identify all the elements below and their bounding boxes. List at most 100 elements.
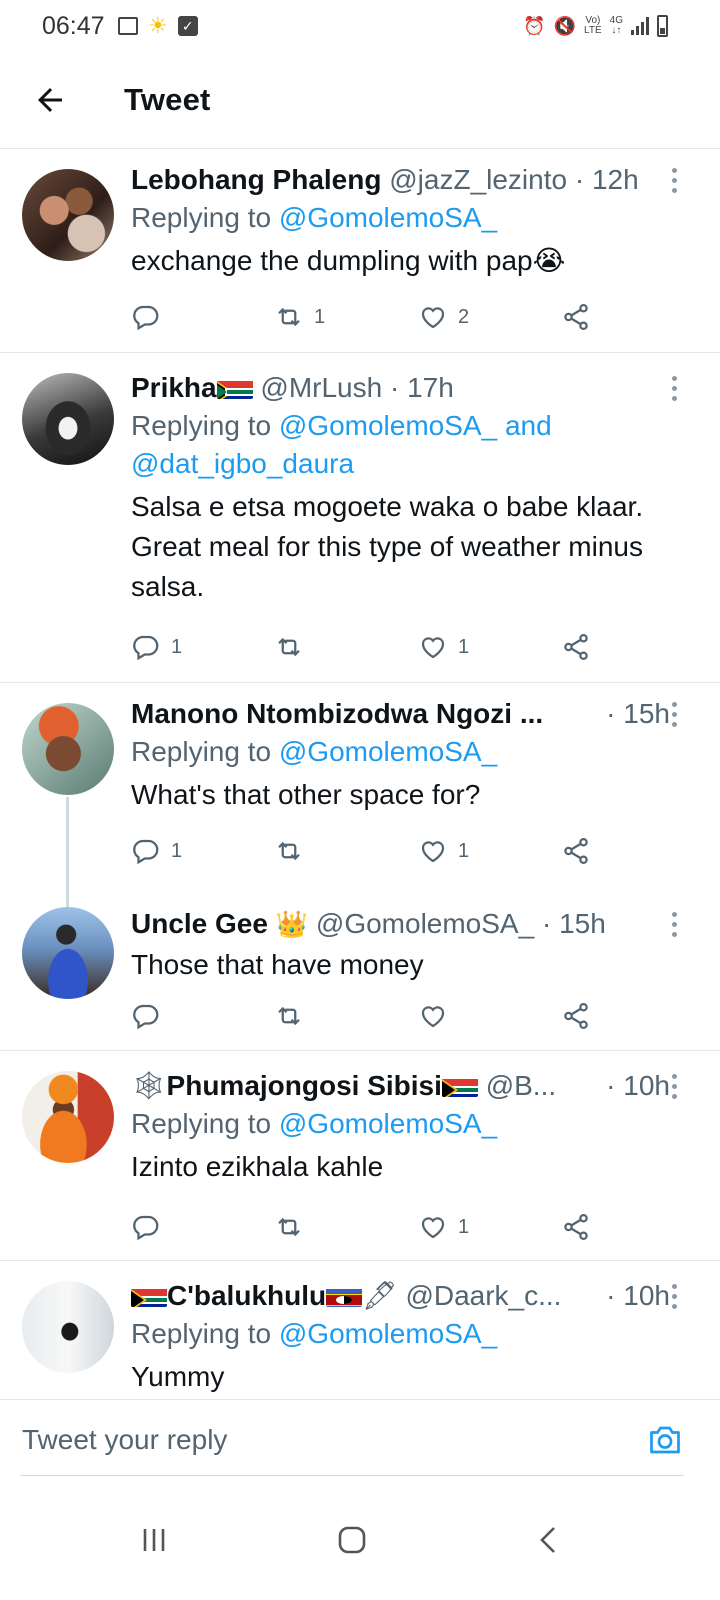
more-options-icon[interactable] xyxy=(662,1279,686,1313)
replying-to: Replying to @GomolemoSA_ and @dat_igbo_d… xyxy=(131,410,552,479)
avatar[interactable] xyxy=(22,169,114,261)
retweet-icon xyxy=(278,637,300,657)
home-icon xyxy=(338,1526,366,1554)
more-options-icon[interactable] xyxy=(662,1069,686,1103)
retweet-button[interactable] xyxy=(274,1207,304,1247)
retweet-button[interactable] xyxy=(274,627,314,667)
retweet-button[interactable]: 1 xyxy=(274,297,325,337)
weather-sun-icon: ☀ xyxy=(148,13,168,38)
like-button[interactable]: 1 xyxy=(418,831,469,871)
avatar[interactable] xyxy=(22,1071,114,1163)
mention-link[interactable]: @GomolemoSA_ xyxy=(279,1108,497,1139)
camera-icon xyxy=(650,1426,680,1454)
replies-list[interactable]: Lebohang Phaleng @jazZ_lezinto · 12h Rep… xyxy=(0,149,720,1399)
spiderweb-emoji: 🕸 xyxy=(131,1070,167,1101)
author-name[interactable]: Phumajongosi Sibisi xyxy=(167,1070,442,1101)
tweet-actions: 1 2 xyxy=(131,297,611,337)
mention-link[interactable]: @GomolemoSA_ xyxy=(279,1318,497,1349)
heart-icon xyxy=(421,841,445,863)
tweet-text: What's that other space for? xyxy=(131,779,481,810)
tweet-time: · 10h xyxy=(606,1280,670,1311)
reply-button[interactable]: 1 xyxy=(131,627,182,667)
author-name[interactable]: Uncle Gee xyxy=(131,908,268,939)
reply-icon xyxy=(133,635,159,661)
author-name[interactable]: C'balukhulu xyxy=(167,1280,326,1311)
tweet-time: · 15h xyxy=(541,908,606,939)
tweet-text: Those that have money xyxy=(131,949,424,980)
author-name[interactable]: Prikha xyxy=(131,372,217,403)
mention-link[interactable]: @GomolemoSA_ xyxy=(279,202,497,233)
volte-icon: Vo) LTE xyxy=(584,15,602,36)
tweet-text: Yummy xyxy=(131,1361,225,1392)
author-name[interactable]: Lebohang Phaleng xyxy=(131,164,381,195)
tweet-item[interactable]: Manono Ntombizodwa Ngozi ... · 15h Reply… xyxy=(0,683,720,873)
avatar[interactable] xyxy=(22,373,114,465)
share-icon xyxy=(564,838,588,864)
tweet-item[interactable]: Prikha @MrLush · 17h Replying to @Gomole… xyxy=(0,353,720,683)
avatar[interactable] xyxy=(22,907,114,999)
reply-composer xyxy=(0,1399,720,1478)
share-icon xyxy=(564,1003,588,1029)
more-options-icon[interactable] xyxy=(662,697,686,731)
pen-emoji: 🖋 xyxy=(362,1280,398,1311)
gallery-notification-icon xyxy=(118,17,138,35)
south-africa-flag-icon xyxy=(131,1285,167,1307)
heart-icon xyxy=(421,1006,445,1028)
share-button[interactable] xyxy=(561,627,591,667)
reply-button[interactable] xyxy=(131,996,161,1036)
share-button[interactable] xyxy=(561,297,591,337)
like-button[interactable] xyxy=(418,996,448,1036)
mention-link[interactable]: @GomolemoSA_ xyxy=(279,410,497,441)
mention-link[interactable]: @GomolemoSA_ xyxy=(279,736,497,767)
share-button[interactable] xyxy=(561,1207,591,1247)
back-button[interactable] xyxy=(28,78,72,122)
avatar[interactable] xyxy=(22,1281,114,1373)
more-options-icon[interactable] xyxy=(662,907,686,941)
camera-button[interactable] xyxy=(646,1422,684,1458)
south-africa-flag-icon xyxy=(441,1075,478,1097)
retweet-button[interactable] xyxy=(274,831,314,871)
like-button[interactable]: 1 xyxy=(418,627,469,667)
tweet-actions: 1 xyxy=(131,1207,611,1247)
avatar[interactable] xyxy=(22,703,114,795)
alarm-icon: ⏰ xyxy=(523,16,546,36)
system-back-button[interactable] xyxy=(520,1510,580,1570)
retweet-icon xyxy=(278,307,300,327)
tweet-time: · 12h xyxy=(574,164,639,195)
replying-to: Replying to @GomolemoSA_ xyxy=(131,736,498,767)
replying-to: Replying to @GomolemoSA_ xyxy=(131,202,498,233)
replying-to: Replying to @GomolemoSA_ xyxy=(131,1318,498,1349)
page-title: Tweet xyxy=(124,82,211,117)
like-button[interactable]: 1 xyxy=(418,1207,469,1247)
system-navigation-bar xyxy=(0,1478,720,1600)
tweet-actions xyxy=(131,996,611,1036)
recent-apps-button[interactable] xyxy=(124,1510,184,1570)
tweet-item[interactable]: Lebohang Phaleng @jazZ_lezinto · 12h Rep… xyxy=(0,149,720,353)
home-button[interactable] xyxy=(322,1510,382,1570)
tweet-text: Izinto ezikhala kahle xyxy=(131,1151,384,1182)
tweet-item[interactable]: Uncle Gee 👑 @GomolemoSA_ · 15h Those tha… xyxy=(0,873,720,1051)
task-notification-icon: ✓ xyxy=(177,16,198,36)
share-button[interactable] xyxy=(561,831,591,871)
reply-button[interactable] xyxy=(131,297,171,337)
tweet-item[interactable]: 🕸Phumajongosi Sibisi @B... · 10h Replyin… xyxy=(0,1051,720,1261)
like-button[interactable]: 2 xyxy=(418,297,469,337)
retweet-button[interactable] xyxy=(274,996,304,1036)
more-options-icon[interactable] xyxy=(662,371,686,405)
reply-icon xyxy=(133,1215,159,1241)
more-options-icon[interactable] xyxy=(662,163,686,197)
tweet-item[interactable]: C'balukhulu 🖋 @Daark_c... · 10h Replying … xyxy=(0,1261,720,1399)
author-name[interactable]: Manono Ntombizodwa Ngozi ... xyxy=(131,698,543,729)
share-button[interactable] xyxy=(561,996,591,1036)
share-icon xyxy=(564,304,588,330)
reply-input[interactable] xyxy=(20,1418,584,1462)
south-africa-flag-icon xyxy=(216,377,253,399)
chevron-left-icon xyxy=(540,1527,555,1553)
mention-link[interactable]: @dat_igbo_daura xyxy=(131,448,354,479)
reply-button[interactable]: 1 xyxy=(131,831,182,871)
reply-icon xyxy=(133,305,159,331)
reply-icon xyxy=(133,839,159,865)
reply-button[interactable] xyxy=(131,1207,161,1247)
recent-apps-icon xyxy=(143,1529,165,1551)
share-icon xyxy=(564,634,588,660)
